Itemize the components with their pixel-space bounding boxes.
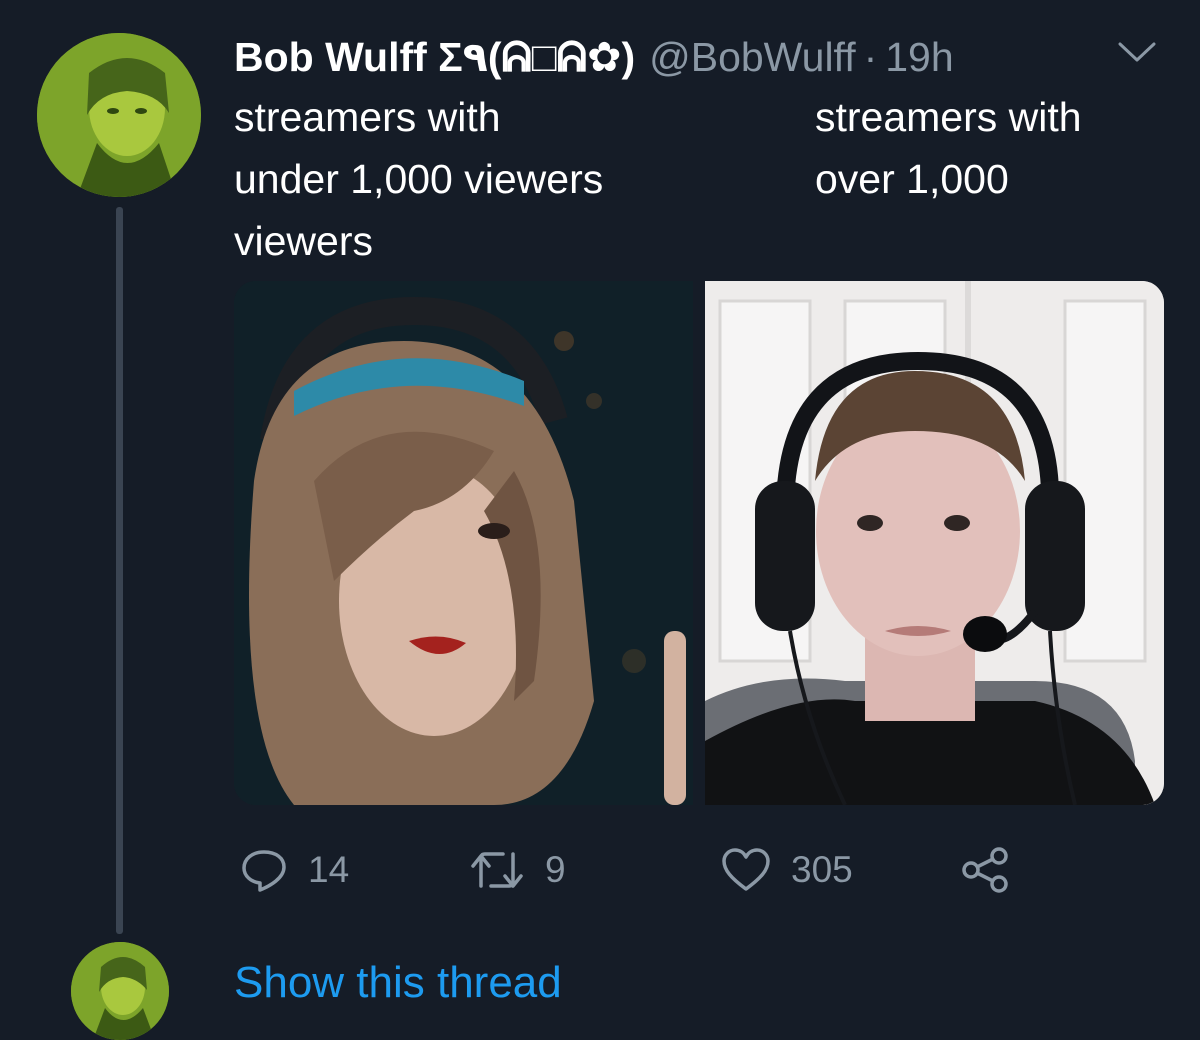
tweet-media-grid[interactable] <box>234 281 1164 805</box>
tweet-caption-right: streamers with over 1,000 <box>815 94 1082 202</box>
tweet-caption-left: streamers with under 1,000 viewers viewe… <box>234 94 604 264</box>
media-image-right[interactable] <box>705 281 1164 805</box>
like-button[interactable]: 305 <box>721 840 853 900</box>
reply-count: 14 <box>308 849 350 890</box>
media-image-left[interactable] <box>234 281 693 805</box>
show-thread-link[interactable]: Show this thread <box>234 958 562 1008</box>
heart-icon <box>722 848 770 891</box>
tweet-menu-button[interactable] <box>1114 36 1160 66</box>
share-icon <box>962 847 1008 893</box>
author-handle[interactable]: @BobWulff <box>649 34 855 81</box>
author-display-name[interactable]: Bob Wulff Σ٩(ᕱ□ᕱ✿) <box>234 33 635 82</box>
thread-line <box>116 207 123 934</box>
reply-button[interactable]: 14 <box>240 840 349 900</box>
retweet-icon <box>471 852 523 888</box>
share-button[interactable] <box>961 840 1009 900</box>
like-count: 305 <box>791 849 853 890</box>
tweet-timestamp[interactable]: 19h <box>885 34 953 81</box>
reply-icon <box>242 850 286 892</box>
separator-dot: · <box>863 33 878 80</box>
tweet-header: Bob Wulff Σ٩(ᕱ□ᕱ✿) @BobWulff · 19h <box>234 30 954 84</box>
media-divider <box>693 281 705 805</box>
retweet-count: 9 <box>545 849 566 890</box>
retweet-button[interactable]: 9 <box>469 840 566 900</box>
chevron-down-icon <box>1118 42 1156 62</box>
thread-avatar[interactable] <box>71 942 169 1040</box>
author-avatar[interactable] <box>37 33 201 197</box>
